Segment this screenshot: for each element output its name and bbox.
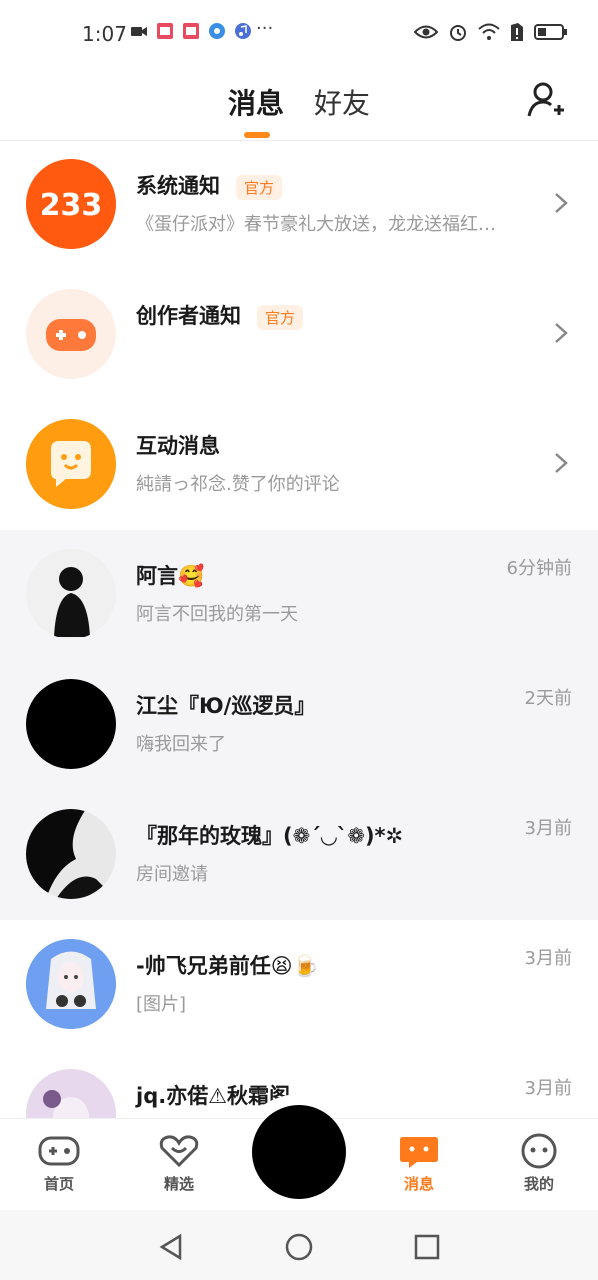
nav-label: 首页: [43, 1175, 74, 1193]
center-action-button[interactable]: [252, 1105, 346, 1199]
svg-text:233: 233: [40, 188, 103, 223]
status-notification-icons: [130, 22, 252, 40]
nav-item-home[interactable]: 首页: [19, 1133, 99, 1194]
avatar-dark-figure: [26, 809, 116, 899]
music-icon: [235, 23, 251, 39]
message-icon: [400, 1137, 438, 1168]
status-time: 1:07: [82, 22, 127, 46]
avatar: [26, 1069, 116, 1118]
avatar: [26, 939, 116, 1029]
chat-bubble-icon: [26, 419, 116, 509]
battery-icon: [534, 24, 567, 40]
system-233-logo: 233: [26, 159, 116, 249]
system-nav-bar: [0, 1210, 598, 1280]
chevron-right-icon: [555, 193, 568, 213]
status-right-icons: [414, 22, 568, 42]
tab-messages[interactable]: 消息: [228, 82, 284, 122]
row-title: 互动消息: [136, 434, 220, 458]
avatar-anime-girl: [26, 1069, 116, 1118]
list-item-system-notice[interactable]: 233 系统通知 官方 《蛋仔派对》春节豪礼大放送，龙龙送福红…: [0, 140, 598, 270]
nav-label: 精选: [163, 1175, 194, 1193]
nav-item-me[interactable]: 我的: [499, 1133, 579, 1194]
list-item-creator-notice[interactable]: 创作者通知 官方: [0, 270, 598, 400]
chevron-right-icon: [555, 453, 568, 473]
status-bar: 1:07 ···: [0, 0, 598, 68]
alarm-icon: [450, 25, 466, 41]
app-notification-icon: [183, 23, 199, 39]
video-camera-icon: [131, 27, 147, 36]
row-subtitle: 阿言不回我的第一天: [136, 604, 298, 625]
list-item-chat[interactable]: -帅飞兄弟前任😫🍺 [图片] 3月前: [0, 920, 598, 1050]
row-title: -帅飞兄弟前任😫🍺: [136, 954, 319, 978]
eye-icon: [414, 25, 438, 39]
face-icon: [521, 1133, 557, 1169]
row-subtitle: [图片]: [136, 994, 187, 1015]
chevron-right-icon: [555, 323, 568, 343]
message-list: 233 系统通知 官方 《蛋仔派对》春节豪礼大放送，龙龙送福红… 创作者通知 官方: [0, 140, 598, 1118]
avatar: [26, 289, 116, 379]
row-subtitle: 純請っ祁念.赞了你的评论: [136, 474, 340, 495]
row-title: 『那年的玫瑰』(❁´◡`❁)*✲: [136, 824, 404, 848]
more-notifications-indicator: ···: [256, 18, 274, 39]
row-title: 创作者通知 官方: [136, 300, 304, 330]
row-time: 2天前: [524, 688, 572, 709]
sim-alert-icon: [511, 23, 523, 41]
nav-item-messages[interactable]: 消息: [379, 1133, 459, 1194]
avatar-silhouette: [54, 567, 90, 637]
list-item-chat[interactable]: 『那年的玫瑰』(❁´◡`❁)*✲ 房间邀请 3月前: [0, 790, 598, 920]
avatar-anime-girl: [26, 939, 116, 1029]
back-icon[interactable]: [156, 1232, 186, 1262]
list-item-chat[interactable]: 江尘『Ю/巡逻员』 嗨我回来了 2天前: [0, 660, 598, 790]
row-time: 3月前: [524, 818, 572, 839]
avatar: [26, 809, 116, 899]
row-title: 江尘『Ю/巡逻员』: [136, 694, 316, 718]
nav-label: 我的: [523, 1175, 554, 1193]
gamepad-icon: [46, 319, 96, 351]
list-item-interaction[interactable]: 互动消息 純請っ祁念.赞了你的评论: [0, 400, 598, 530]
active-tab-indicator: [244, 132, 270, 138]
official-badge: 官方: [257, 304, 304, 330]
nav-item-featured[interactable]: 精选: [139, 1133, 219, 1194]
row-time: 3月前: [524, 948, 572, 969]
avatar: [26, 549, 116, 639]
tab-friends[interactable]: 好友: [314, 82, 370, 122]
avatar: 233: [26, 159, 116, 249]
row-subtitle: 《蛋仔派对》春节豪礼大放送，龙龙送福红…: [136, 214, 496, 235]
row-time: 6分钟前: [506, 558, 572, 579]
list-item-chat[interactable]: 阿言🥰 阿言不回我的第一天 6分钟前: [0, 530, 598, 660]
app-notification-icon: [157, 23, 173, 39]
add-friend-icon[interactable]: [526, 80, 566, 120]
heart-icon: [159, 1135, 199, 1168]
nav-label: 消息: [403, 1175, 434, 1193]
row-subtitle: 房间邀请: [136, 864, 208, 885]
home-icon[interactable]: [284, 1232, 314, 1262]
row-title: 阿言🥰: [136, 564, 205, 588]
avatar: [26, 679, 116, 769]
browser-icon: [209, 23, 225, 39]
message-header: 消息 好友: [0, 68, 598, 141]
avatar: [26, 419, 116, 509]
official-badge: 官方: [236, 174, 283, 200]
recents-icon[interactable]: [412, 1232, 442, 1262]
wifi-icon: [478, 23, 500, 40]
row-time: 3月前: [524, 1078, 572, 1099]
row-subtitle: 嗨我回来了: [136, 734, 226, 755]
row-title: 系统通知 官方: [136, 170, 283, 200]
gamepad-icon: [38, 1136, 80, 1166]
